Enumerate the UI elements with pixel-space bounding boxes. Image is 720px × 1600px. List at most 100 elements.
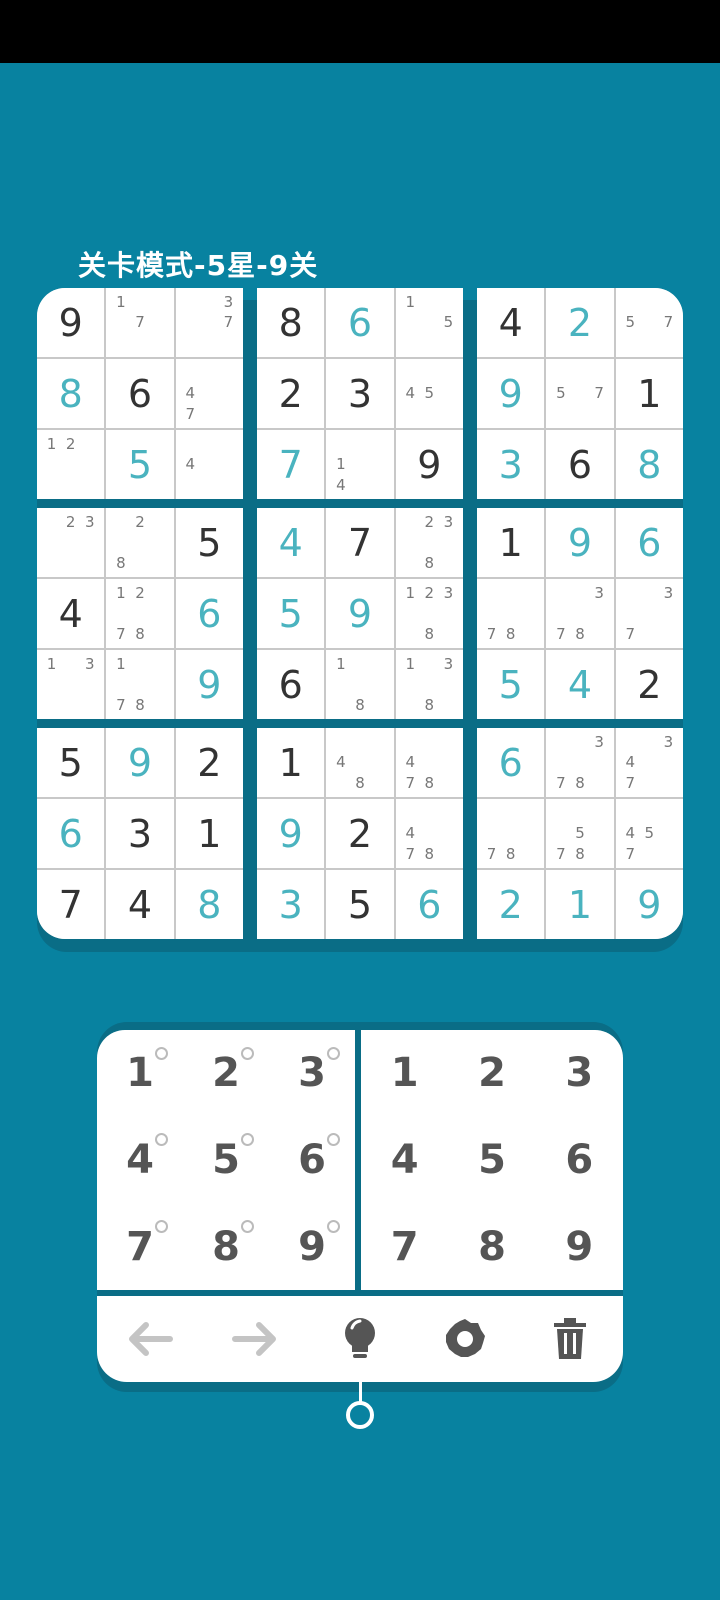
sudoku-cell[interactable]: 9: [477, 359, 545, 428]
hint-button[interactable]: [330, 1309, 390, 1369]
sudoku-cell[interactable]: 3: [106, 799, 174, 868]
number-key-8[interactable]: 8: [448, 1203, 535, 1290]
sudoku-cell[interactable]: 15: [395, 288, 463, 357]
sudoku-cell[interactable]: 3: [257, 870, 325, 939]
redo-button[interactable]: [225, 1309, 285, 1369]
sudoku-cell[interactable]: 6: [395, 870, 463, 939]
sudoku-cell[interactable]: 1 78: [106, 650, 174, 719]
sudoku-cell[interactable]: 2: [257, 359, 325, 428]
note-key-1[interactable]: 1: [97, 1030, 183, 1117]
sudoku-cell[interactable]: 6: [106, 359, 174, 428]
number-key-1[interactable]: 1: [361, 1030, 448, 1117]
sudoku-cell[interactable]: 18: [326, 650, 394, 719]
sudoku-cell[interactable]: 13: [37, 650, 105, 719]
sudoku-cell[interactable]: 5: [37, 728, 105, 797]
sudoku-cell[interactable]: 8: [175, 870, 243, 939]
sudoku-cell[interactable]: 9: [37, 288, 105, 357]
sudoku-cell[interactable]: 9: [395, 430, 463, 499]
sudoku-cell[interactable]: 4: [477, 288, 545, 357]
sudoku-cell[interactable]: 8: [615, 430, 683, 499]
number-key-9[interactable]: 9: [536, 1203, 623, 1290]
sudoku-cell[interactable]: 23 8: [395, 508, 463, 577]
note-key-8[interactable]: 8: [183, 1203, 269, 1290]
sudoku-cell[interactable]: 7: [37, 870, 105, 939]
note-key-3[interactable]: 3: [269, 1030, 355, 1117]
sudoku-cell[interactable]: 47: [175, 359, 243, 428]
sudoku-cell[interactable]: 3 78: [546, 579, 614, 648]
sudoku-cell[interactable]: 9: [326, 579, 394, 648]
sudoku-cell[interactable]: 4: [546, 650, 614, 719]
sudoku-cell[interactable]: 23: [37, 508, 105, 577]
note-key-6[interactable]: 6: [269, 1117, 355, 1204]
sudoku-cell[interactable]: 3 78: [546, 728, 614, 797]
sudoku-cell[interactable]: 478: [395, 799, 463, 868]
sudoku-cell[interactable]: 1: [477, 508, 545, 577]
sudoku-cell[interactable]: 5: [326, 870, 394, 939]
sudoku-cell[interactable]: 14: [326, 430, 394, 499]
sudoku-cell[interactable]: 9: [106, 728, 174, 797]
sudoku-cell[interactable]: 7: [257, 430, 325, 499]
sudoku-cell[interactable]: 5: [175, 508, 243, 577]
sudoku-cell[interactable]: 5: [477, 650, 545, 719]
sudoku-cell[interactable]: 5: [106, 430, 174, 499]
sudoku-cell[interactable]: 78: [477, 799, 545, 868]
sudoku-cell[interactable]: 12: [37, 430, 105, 499]
number-key-6[interactable]: 6: [536, 1117, 623, 1204]
sudoku-cell[interactable]: 2: [477, 870, 545, 939]
sudoku-cell[interactable]: 3: [477, 430, 545, 499]
sudoku-cell[interactable]: 9: [175, 650, 243, 719]
sudoku-cell[interactable]: 37: [615, 579, 683, 648]
sudoku-cell[interactable]: 6: [175, 579, 243, 648]
number-key-7[interactable]: 7: [361, 1203, 448, 1290]
sudoku-cell[interactable]: 48: [326, 728, 394, 797]
sudoku-cell[interactable]: 37: [175, 288, 243, 357]
number-key-2[interactable]: 2: [448, 1030, 535, 1117]
sudoku-cell[interactable]: 578: [546, 799, 614, 868]
number-key-4[interactable]: 4: [361, 1117, 448, 1204]
sudoku-cell[interactable]: 6: [615, 508, 683, 577]
number-key-5[interactable]: 5: [448, 1117, 535, 1204]
sudoku-cell[interactable]: 4: [175, 430, 243, 499]
sudoku-cell[interactable]: 2: [546, 288, 614, 357]
sudoku-cell[interactable]: 1: [175, 799, 243, 868]
sudoku-cell[interactable]: 4: [257, 508, 325, 577]
sudoku-cell[interactable]: 2: [615, 650, 683, 719]
sudoku-cell[interactable]: 2: [326, 799, 394, 868]
note-key-7[interactable]: 7: [97, 1203, 183, 1290]
sudoku-cell[interactable]: 8: [37, 359, 105, 428]
sudoku-cell[interactable]: 3 47: [615, 728, 683, 797]
sudoku-cell[interactable]: 12 78: [106, 579, 174, 648]
sudoku-cell[interactable]: 4: [106, 870, 174, 939]
settings-button[interactable]: [435, 1309, 495, 1369]
sudoku-cell[interactable]: 1: [615, 359, 683, 428]
sudoku-cell[interactable]: 1 3 8: [395, 650, 463, 719]
note-key-2[interactable]: 2: [183, 1030, 269, 1117]
sudoku-cell[interactable]: 45: [395, 359, 463, 428]
sudoku-cell[interactable]: 6: [326, 288, 394, 357]
delete-button[interactable]: [540, 1309, 600, 1369]
sudoku-cell[interactable]: 9: [257, 799, 325, 868]
sudoku-cell[interactable]: 6: [257, 650, 325, 719]
sudoku-cell[interactable]: 57: [546, 359, 614, 428]
sudoku-cell[interactable]: 4: [37, 579, 105, 648]
sudoku-cell[interactable]: 28: [106, 508, 174, 577]
sudoku-cell[interactable]: 2: [175, 728, 243, 797]
drag-handle[interactable]: [346, 1401, 374, 1429]
sudoku-cell[interactable]: 1: [546, 870, 614, 939]
undo-button[interactable]: [120, 1309, 180, 1369]
note-key-4[interactable]: 4: [97, 1117, 183, 1204]
sudoku-cell[interactable]: 57: [615, 288, 683, 357]
sudoku-cell[interactable]: 8: [257, 288, 325, 357]
sudoku-cell[interactable]: 6: [546, 430, 614, 499]
sudoku-cell[interactable]: 78: [477, 579, 545, 648]
sudoku-cell[interactable]: 5: [257, 579, 325, 648]
sudoku-cell[interactable]: 9: [615, 870, 683, 939]
sudoku-cell[interactable]: 478: [395, 728, 463, 797]
sudoku-cell[interactable]: 457: [615, 799, 683, 868]
sudoku-cell[interactable]: 123 8: [395, 579, 463, 648]
sudoku-cell[interactable]: 6: [37, 799, 105, 868]
number-key-3[interactable]: 3: [536, 1030, 623, 1117]
note-key-5[interactable]: 5: [183, 1117, 269, 1204]
sudoku-cell[interactable]: 9: [546, 508, 614, 577]
sudoku-cell[interactable]: 3: [326, 359, 394, 428]
